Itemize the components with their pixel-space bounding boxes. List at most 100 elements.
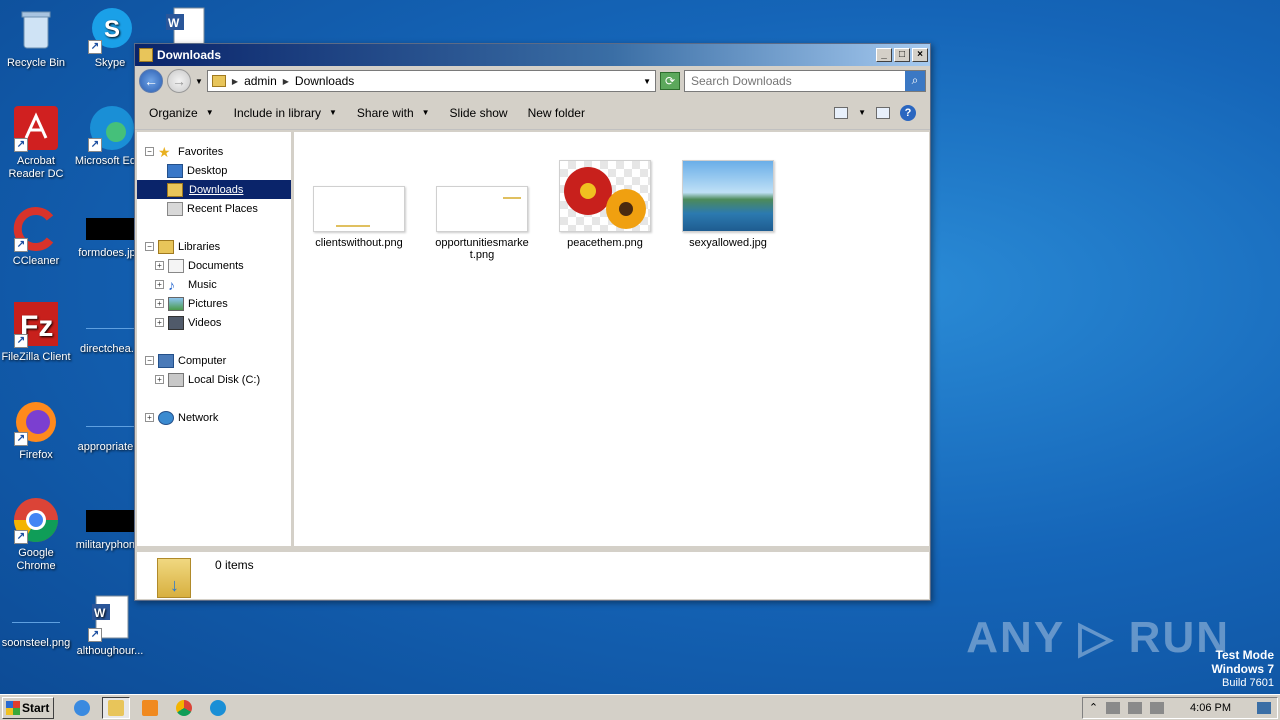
item-count: 0 items — [215, 558, 254, 572]
watermark-logo: ANY ▷ RUN — [966, 613, 1230, 662]
include-in-library-button[interactable]: Include in library ▼ — [226, 102, 345, 124]
recent-pages-dropdown-icon[interactable]: ▼ — [195, 77, 203, 86]
desktop-icon-firefox[interactable]: ↗ Firefox — [0, 398, 72, 462]
desktop-icon-label: Google Chrome — [16, 547, 56, 572]
nav-recent-places[interactable]: Recent Places — [137, 199, 291, 218]
svg-text:W: W — [94, 606, 106, 620]
address-dropdown-icon[interactable]: ▼ — [643, 77, 651, 86]
system-tray: ⌃ 4:06 PM — [1081, 696, 1278, 719]
taskbar-edge[interactable] — [204, 697, 232, 719]
content-area: − ★ Favorites Desktop Downloads Recent P… — [137, 132, 929, 546]
acrobat-icon: ↗ — [12, 104, 60, 152]
chrome-icon: ↗ — [12, 496, 60, 544]
image-thumbnail — [86, 328, 134, 329]
change-view-icon[interactable] — [834, 106, 849, 119]
slide-show-button[interactable]: Slide show — [442, 102, 516, 124]
newfolder-label: New folder — [527, 105, 585, 120]
expand-icon[interactable]: + — [155, 280, 164, 289]
show-desktop-icon[interactable] — [1257, 701, 1271, 714]
nav-music[interactable]: + ♪ Music — [137, 275, 291, 294]
nav-label: Local Disk (C:) — [188, 373, 261, 386]
breadcrumb-separator-icon[interactable]: ▶ — [232, 77, 238, 86]
expand-icon[interactable]: + — [155, 299, 164, 308]
music-icon: ♪ — [168, 276, 175, 293]
nav-favorites[interactable]: − ★ Favorites — [137, 142, 291, 161]
nav-computer[interactable]: − Computer — [137, 351, 291, 370]
nav-desktop[interactable]: Desktop — [137, 161, 291, 180]
window-title: Downloads — [157, 48, 222, 62]
breadcrumb-admin[interactable]: admin — [244, 74, 277, 88]
desktop-icon-ccleaner[interactable]: ↗ CCleaner — [0, 204, 72, 268]
image-thumbnail — [313, 186, 405, 232]
new-folder-button[interactable]: New folder — [520, 102, 593, 124]
network-tray-icon[interactable] — [1128, 701, 1143, 714]
organize-button[interactable]: Organize ▼ — [141, 102, 222, 124]
taskbar-internet-explorer[interactable] — [68, 697, 96, 719]
folder-icon — [139, 48, 153, 62]
desktop-icon-chrome[interactable]: ↗ Google Chrome — [0, 496, 72, 573]
desktop-icon-althoughour[interactable]: W ↗ althoughour... — [74, 594, 146, 658]
search-icon[interactable]: ⌕ — [905, 71, 925, 91]
taskbar-media-player[interactable] — [136, 697, 164, 719]
expand-icon[interactable]: + — [155, 318, 164, 327]
downloads-folder-icon — [167, 182, 183, 197]
address-input[interactable]: ▶ admin ▶ Downloads ▼ — [206, 70, 656, 92]
window-titlebar[interactable]: Downloads _ □ × — [135, 44, 930, 66]
expand-icon[interactable]: + — [155, 375, 164, 384]
preview-pane-icon[interactable] — [876, 106, 890, 119]
details-pane: ↓ 0 items — [137, 549, 929, 599]
nav-libraries[interactable]: − Libraries — [137, 237, 291, 256]
desktop-icon-filezilla[interactable]: Fz ↗ FileZilla Client — [0, 300, 72, 364]
desktop-icon-label: Acrobat Reader DC — [8, 155, 64, 180]
clock[interactable]: 4:06 PM — [1172, 702, 1249, 714]
file-item[interactable]: peacethem.png — [556, 160, 654, 249]
refresh-button[interactable]: ⟳ — [660, 72, 680, 90]
forward-button[interactable]: → — [167, 69, 191, 93]
collapse-icon[interactable]: − — [145, 356, 154, 365]
desktop-icon — [167, 163, 183, 178]
nav-network[interactable]: + Network — [137, 408, 291, 427]
nav-local-disk[interactable]: + Local Disk (C:) — [137, 370, 291, 389]
share-with-button[interactable]: Share with ▼ — [349, 102, 438, 124]
dropdown-arrow-icon: ▼ — [329, 108, 337, 117]
taskbar-chrome[interactable] — [170, 697, 198, 719]
taskbar-explorer[interactable] — [102, 696, 130, 719]
volume-icon[interactable] — [1106, 701, 1121, 714]
expand-icon[interactable]: + — [145, 413, 154, 422]
file-item[interactable]: sexyallowed.jpg — [679, 160, 777, 249]
minimize-button[interactable]: _ — [876, 48, 892, 62]
breadcrumb-separator-icon[interactable]: ▶ — [283, 77, 289, 86]
desktop-icon-acrobat[interactable]: ↗ Acrobat Reader DC — [0, 104, 72, 181]
breadcrumb-downloads[interactable]: Downloads — [295, 74, 354, 88]
expand-icon[interactable]: + — [155, 261, 164, 270]
ccleaner-icon: ↗ — [12, 204, 60, 252]
show-hidden-icons-icon[interactable]: ⌃ — [1089, 701, 1098, 714]
back-button[interactable]: ← — [139, 69, 163, 93]
action-center-icon[interactable] — [1150, 701, 1165, 714]
nav-label: Recent Places — [187, 202, 258, 215]
folder-icon — [211, 75, 226, 87]
recycle-bin-icon — [12, 6, 60, 54]
file-item[interactable]: opportunitiesmarket.png — [433, 186, 531, 261]
folder-icon — [108, 699, 124, 716]
desktop-icon-recycle-bin[interactable]: Recycle Bin — [0, 6, 72, 70]
file-item[interactable]: clientswithout.png — [310, 186, 408, 249]
close-button[interactable]: × — [912, 48, 928, 62]
nav-videos[interactable]: + Videos — [137, 313, 291, 332]
test-mode-notice: Test Mode Windows 7 Build 7601 — [1211, 648, 1274, 690]
start-button[interactable]: Start — [2, 696, 54, 719]
search-input[interactable] — [691, 74, 905, 88]
nav-downloads[interactable]: Downloads — [137, 180, 291, 199]
help-icon[interactable]: ? — [900, 104, 916, 121]
desktop-icon-soonsteel[interactable]: soonsteel.png — [0, 594, 72, 650]
desktop-icon-label: FileZilla Client — [1, 351, 71, 363]
word-document-icon[interactable]: W — [164, 6, 208, 45]
view-dropdown-icon[interactable]: ▼ — [858, 108, 866, 117]
maximize-button[interactable]: □ — [894, 48, 910, 62]
nav-documents[interactable]: + Documents — [137, 256, 291, 275]
image-thumbnail — [86, 218, 134, 240]
shortcut-arrow-icon: ↗ — [14, 432, 28, 446]
collapse-icon[interactable]: − — [145, 147, 154, 156]
nav-pictures[interactable]: + Pictures — [137, 294, 291, 313]
collapse-icon[interactable]: − — [145, 242, 154, 251]
